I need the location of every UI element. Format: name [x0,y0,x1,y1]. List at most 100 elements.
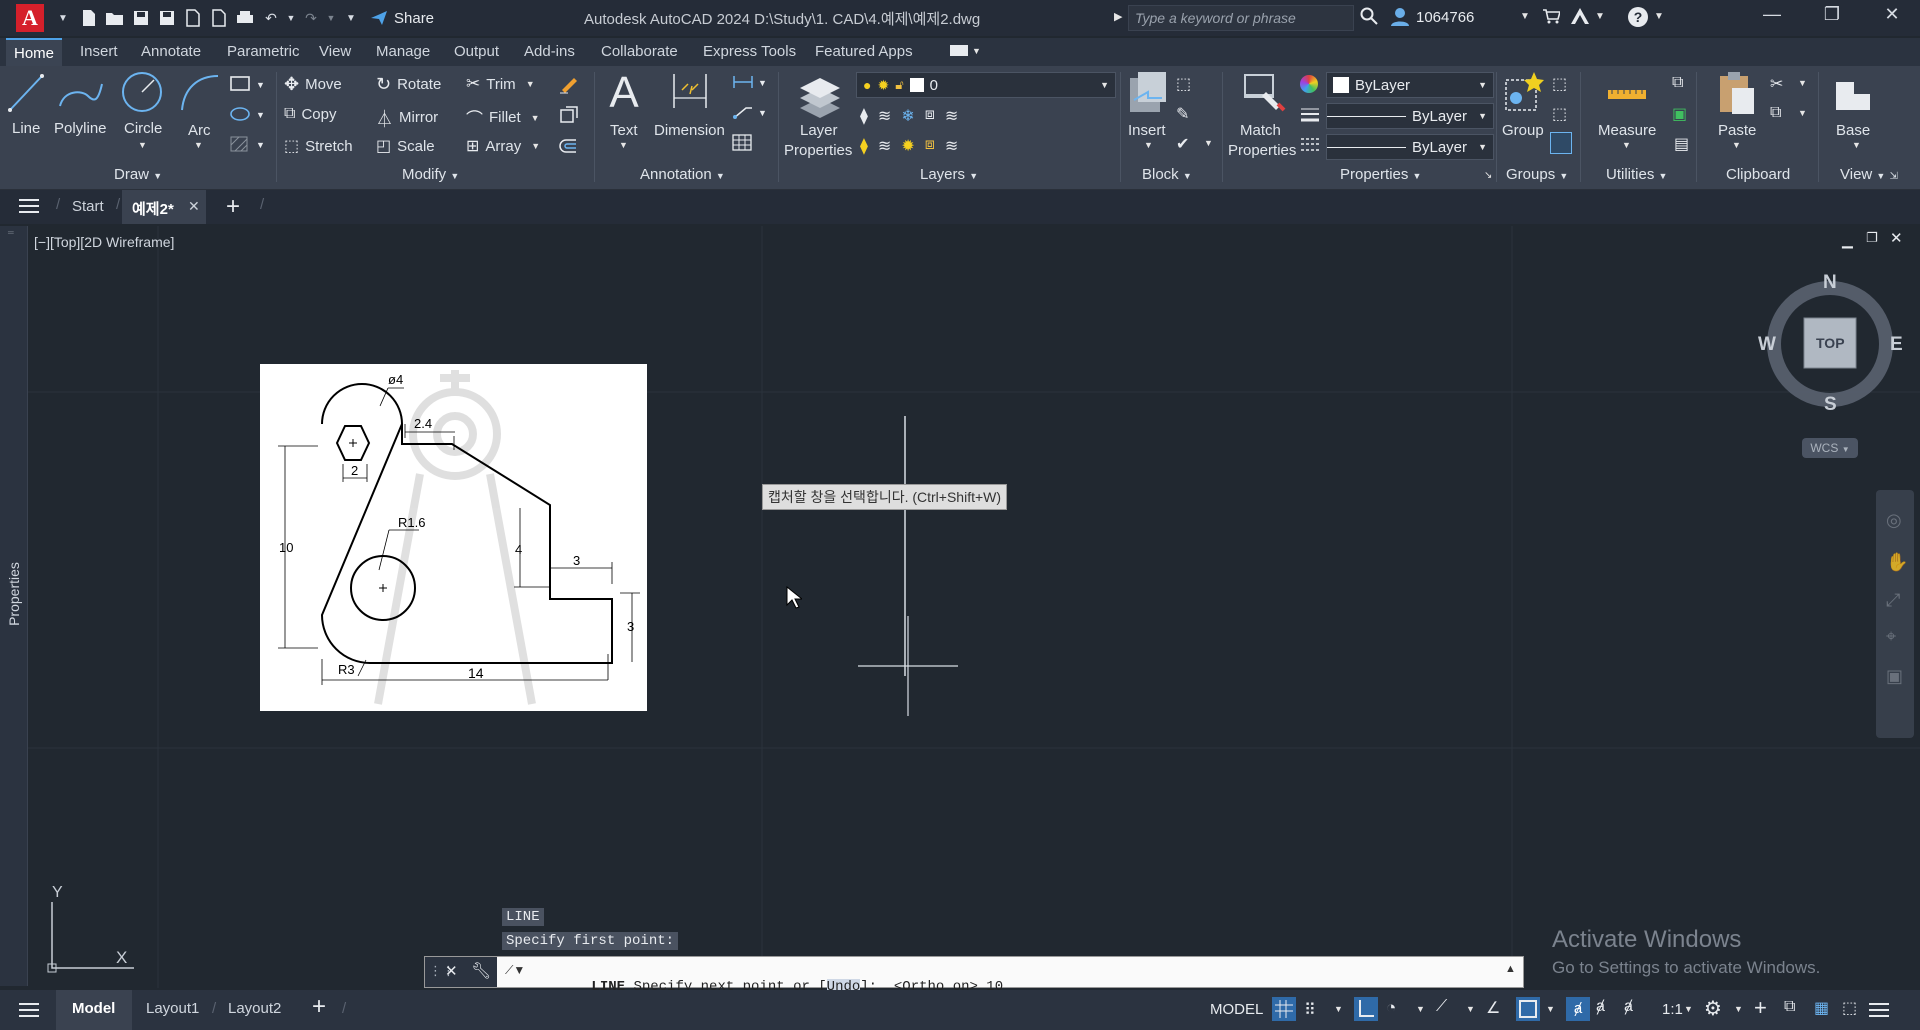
tab-featured-apps[interactable]: Featured Apps [815,43,913,60]
viewcube-south[interactable]: S [1824,394,1837,416]
tab-current-drawing[interactable]: 예제2* ✕ [122,190,206,224]
app-dropdown-icon[interactable]: ▼ [1595,11,1605,22]
layer-dropdown[interactable]: ● ✹ 🔓︎ 0 ▼ [856,72,1116,98]
tab-express-tools[interactable]: Express Tools [703,43,796,60]
layer-isolate-icon[interactable]: ≋ [878,106,891,126]
layout-menu-icon[interactable] [18,1002,40,1022]
rectangle-icon[interactable]: ▼ [230,76,266,97]
user-icon[interactable] [1390,7,1410,31]
share-button[interactable]: Share [370,10,434,27]
linetype-icon[interactable] [1300,136,1320,159]
autocad-logo-icon[interactable]: A [16,4,44,32]
stretch-button[interactable]: ⬚ Stretch [284,136,353,156]
ungroup-icon[interactable]: ⬚ [1552,74,1567,94]
user-dropdown-icon[interactable]: ▼ [1520,11,1530,22]
copy-clip-icon[interactable]: ⧉ [1770,104,1781,122]
linear-dim-icon[interactable]: ▼ [732,74,768,95]
select-all-icon[interactable]: ▣ [1672,104,1687,124]
drawing-canvas[interactable]: ═ Properties [−][Top][2D Wireframe] ▁ ❐ … [0,226,1920,995]
steering-wheel-icon[interactable]: ◎ [1886,510,1902,531]
open-web-icon[interactable] [182,8,204,28]
auto-scale-icon[interactable]: ⱥ [1596,998,1605,1016]
isodraft-icon[interactable]: ⟋ [1436,998,1447,1016]
lineweight-icon[interactable] [1300,106,1320,129]
dropdown-arrow-icon[interactable]: ▼ [52,8,74,28]
workspace-gear-icon[interactable]: ⚙ [1704,996,1722,1021]
viewport-restore-icon[interactable]: ❐ [1866,230,1878,246]
help-dropdown-icon[interactable]: ▼ [1654,11,1664,22]
properties-launcher-icon[interactable]: ↘ [1484,170,1492,181]
tab-view[interactable]: View [319,43,351,60]
layer-off-icon[interactable]: ⧫ [860,106,868,126]
reference-image[interactable]: 10 14 2.4 2 4 3 3 R1.6 ø4 R3 [260,364,647,711]
view-panel-pin-icon[interactable]: ⇲ [1890,171,1898,182]
viewcube-top-face[interactable]: TOP [1816,335,1845,351]
measure-button[interactable]: Measure ▼ [1594,70,1660,160]
command-prompt-icon[interactable]: ⟋▼ [505,963,525,978]
scale-button[interactable]: ◰ Scale [376,136,435,156]
paste-dropdown-icon[interactable]: ▼ [1732,140,1741,150]
annotation-scale-value[interactable]: 1:1 [1662,1001,1683,1018]
tab-start[interactable]: Start [72,198,104,215]
viewcube-east[interactable]: E [1890,334,1903,356]
block-panel-title[interactable]: Block ▼ [1142,166,1192,183]
properties-panel-title[interactable]: Properties ▼ [1340,166,1421,183]
circle-button[interactable]: Circle ▼ [120,70,166,150]
polar-tracking-icon[interactable]: ◔ [1386,998,1396,1018]
zoom-extents-icon[interactable]: ⤢ [1886,590,1900,611]
ribbon-minimize-dropdown-icon[interactable]: ▼ [972,46,981,56]
draw-panel-title[interactable]: Draw ▼ [114,166,162,183]
layer-unisolate-icon[interactable]: ≋ [878,136,891,156]
array-dropdown-icon[interactable]: ▼ [531,141,540,151]
quick-select-icon[interactable]: ⧉ [1672,74,1683,92]
customization-icon[interactable] [1868,1002,1890,1022]
osnap-dropdown-icon[interactable]: ▼ [1546,1004,1555,1014]
user-id[interactable]: 1064766 [1416,9,1474,26]
copy-clip-dropdown-icon[interactable]: ▼ [1798,108,1807,118]
new-file-icon[interactable] [78,8,100,28]
tab-layout2[interactable]: Layout2 [228,1000,281,1017]
redo-icon[interactable]: ↷ [300,8,322,28]
layer-unlock-icon[interactable]: ⧈ [925,136,935,156]
polar-dropdown-icon[interactable]: ▼ [1416,1004,1425,1014]
circle-dropdown-icon[interactable]: ▼ [138,140,147,150]
fullscreen-icon[interactable]: ⬚ [1842,998,1857,1018]
groups-panel-title[interactable]: Groups ▼ [1506,166,1568,183]
group-button[interactable]: Group [1500,70,1546,160]
move-button[interactable]: ✥ Move [284,74,342,95]
search-input[interactable]: Type a keyword or phrase [1128,5,1354,31]
view-panel-title[interactable]: View ▼ ⇲ [1840,166,1898,183]
close-tab-icon[interactable]: ✕ [188,198,200,215]
color-wheel-icon[interactable] [1300,75,1318,93]
layers-panel-title[interactable]: Layers ▼ [920,166,978,183]
customize-qat-icon[interactable]: ▼ [340,8,362,28]
help-icon[interactable]: ? [1628,7,1648,27]
annotation-panel-title[interactable]: Annotation ▼ [640,166,725,183]
grid-display-icon[interactable] [1272,997,1296,1021]
insert-dropdown-icon[interactable]: ▼ [1144,140,1153,150]
restore-button[interactable]: ❐ [1812,4,1852,32]
utilities-panel-title[interactable]: Utilities ▼ [1606,166,1667,183]
color-dropdown[interactable]: ByLayer ▼ [1326,72,1494,98]
layer-match-icon[interactable]: ≋ [945,106,958,126]
snap-mode-icon[interactable]: ⠿ [1304,1000,1316,1020]
tab-parametric[interactable]: Parametric [227,43,300,60]
annotation-monitor-icon[interactable]: + [1754,995,1767,1021]
dimension-button[interactable]: Dimension [652,70,728,150]
save-icon[interactable] [130,8,152,28]
layer-lock-icon[interactable]: ⧈ [925,106,935,126]
tab-model[interactable]: Model [56,990,132,1030]
mirror-button[interactable]: ⏃ Mirror [376,105,438,130]
isodraft-dropdown-icon[interactable]: ▼ [1466,1004,1475,1014]
ribbon-minimize-icon[interactable] [950,45,968,56]
table-icon[interactable] [732,134,754,157]
text-button[interactable]: A Text ▼ [604,70,644,151]
lineweight-dropdown[interactable]: ByLayer ▼ [1326,103,1494,129]
command-customize-icon[interactable]: 🔧︎ [471,961,491,981]
close-button[interactable]: ✕ [1872,4,1912,32]
arc-dropdown-icon[interactable]: ▼ [194,140,203,150]
wcs-menu[interactable]: WCS ▼ [1802,438,1858,458]
tab-annotate[interactable]: Annotate [141,43,201,60]
plot-icon[interactable] [234,8,256,28]
units-icon[interactable]: ⧉ [1784,998,1795,1016]
